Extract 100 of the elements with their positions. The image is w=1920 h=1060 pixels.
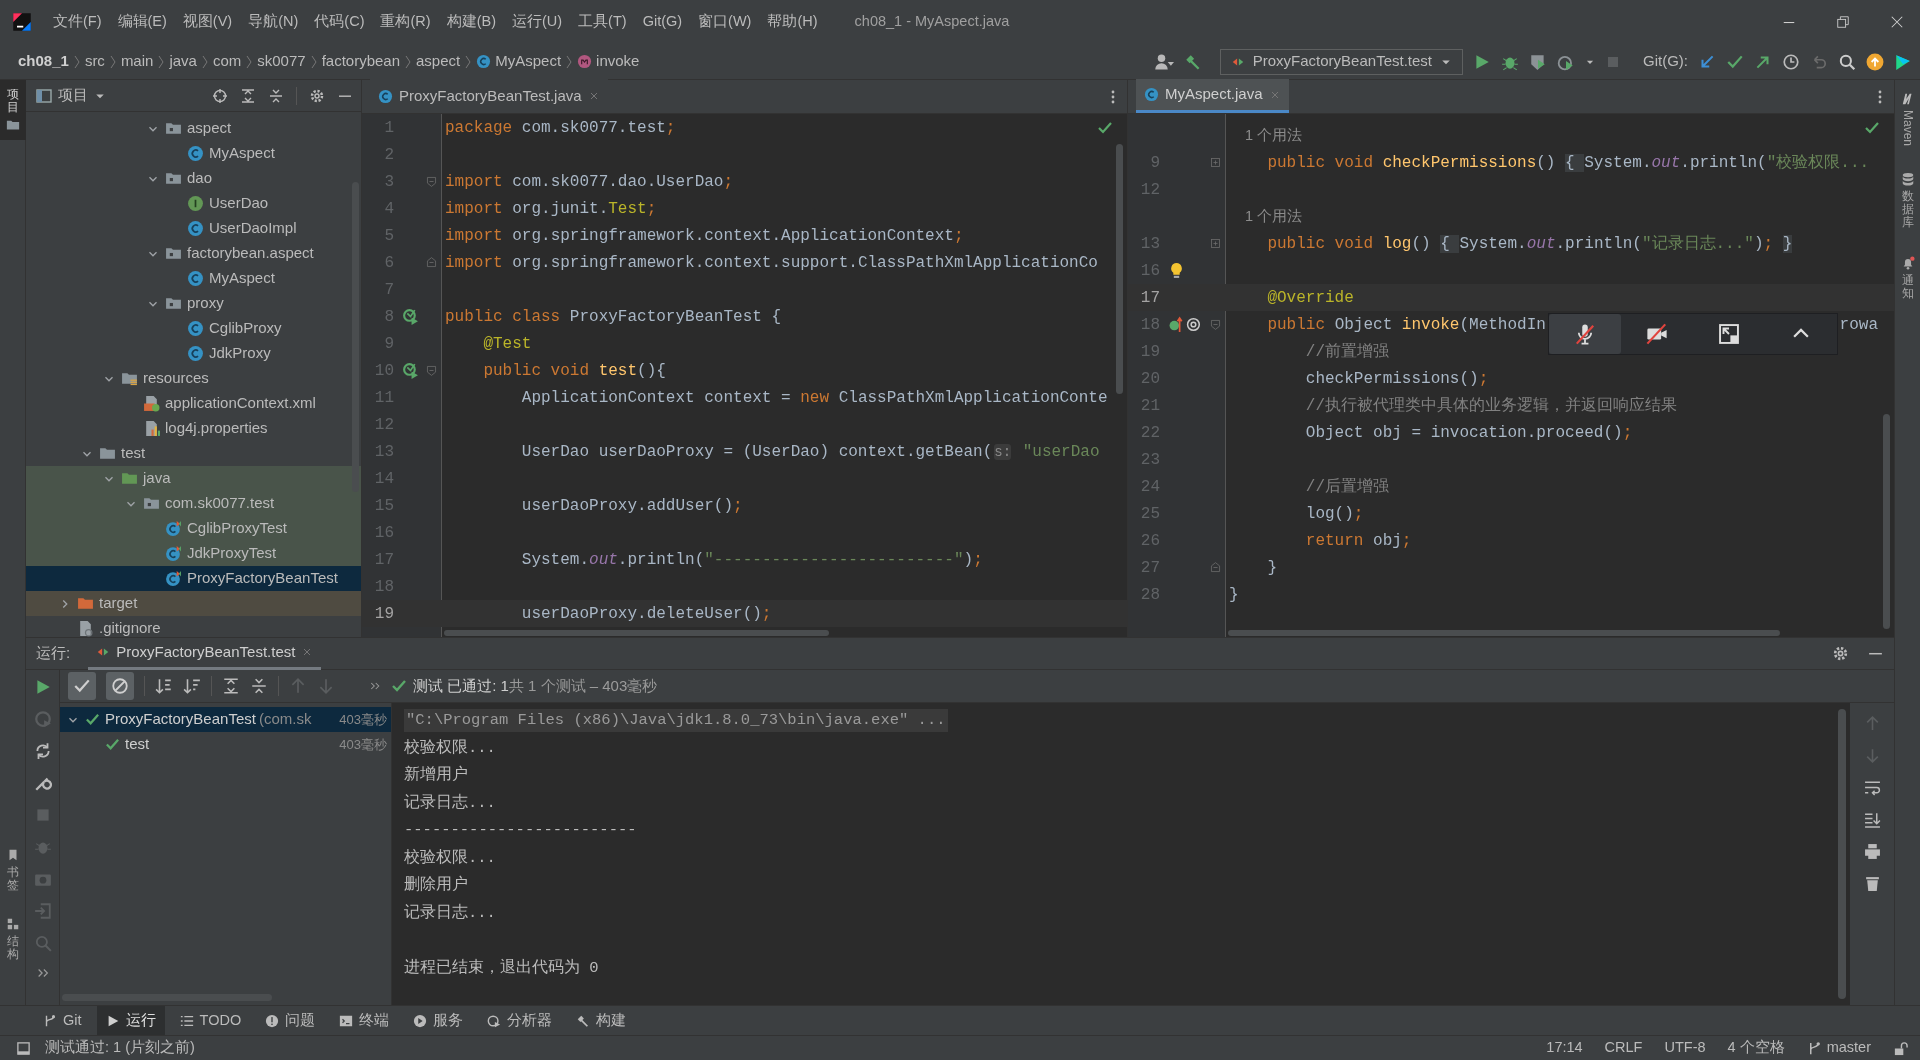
tree-item[interactable]: .gitignore <box>26 616 361 637</box>
tool-window-tab[interactable]: 问题 <box>256 1005 325 1036</box>
mute-microphone-button[interactable] <box>1549 314 1621 354</box>
scrollbar[interactable] <box>1883 414 1890 629</box>
more-chevrons-icon[interactable] <box>369 680 381 692</box>
menu-item[interactable]: 重构(R) <box>379 9 432 35</box>
tree-item[interactable]: log4j.properties <box>26 416 361 441</box>
git-branch-widget[interactable]: master <box>1806 1037 1871 1059</box>
breadcrumb-item[interactable]: sk0077 <box>253 50 310 73</box>
run-tab[interactable]: ProxyFactoryBeanTest.test <box>88 637 322 670</box>
settings-icon[interactable] <box>1832 645 1849 662</box>
scroll-to-end-icon[interactable] <box>1863 811 1881 828</box>
status-bar-item[interactable]: CRLF <box>1604 1037 1643 1059</box>
status-bar-item[interactable]: UTF-8 <box>1664 1037 1706 1059</box>
lightbulb-icon[interactable] <box>1168 262 1185 279</box>
tool-window-tab[interactable]: 服务 <box>404 1005 473 1036</box>
tree-item[interactable]: UserDaoImpl <box>26 216 361 241</box>
fold-start-icon[interactable] <box>424 175 438 188</box>
menu-item[interactable]: 导航(N) <box>247 9 300 35</box>
run-test-icon[interactable] <box>402 308 419 325</box>
soft-wrap-icon[interactable] <box>1863 779 1881 796</box>
scrollbar[interactable] <box>1228 630 1780 636</box>
sort-alphabetically-icon[interactable] <box>155 677 173 695</box>
menu-item[interactable]: 构建(B) <box>445 9 497 35</box>
menu-item[interactable]: Git(G) <box>641 9 684 35</box>
breadcrumb-item[interactable]: java <box>165 50 201 73</box>
breadcrumb-item[interactable]: aspect <box>412 50 465 73</box>
tree-item[interactable]: MyAspect <box>26 141 361 166</box>
trash-icon[interactable] <box>1863 875 1881 892</box>
tool-window-button[interactable]: 项目 <box>0 80 26 141</box>
plugin-logo-icon[interactable] <box>1894 52 1912 71</box>
lock-open-icon[interactable] <box>1893 1040 1908 1056</box>
tree-item[interactable]: target <box>26 591 361 616</box>
tree-item[interactable]: applicationContext.xml <box>26 391 361 416</box>
collapse-all-icon[interactable] <box>268 87 284 104</box>
menu-item[interactable]: 帮助(H) <box>766 9 819 35</box>
breadcrumb-item[interactable]: ch08_1 <box>14 50 73 73</box>
menu-item[interactable]: 运行(U) <box>510 9 564 35</box>
test-tree-item[interactable]: test 403毫秒 <box>60 732 391 757</box>
menu-item[interactable]: 视图(V) <box>181 9 234 35</box>
scrollbar[interactable] <box>1116 144 1123 394</box>
menu-item[interactable]: 工具(T) <box>577 9 628 35</box>
tree-item[interactable]: ProxyFactoryBeanTest <box>26 566 361 591</box>
breadcrumb-item[interactable]: src <box>80 50 109 73</box>
tool-window-button[interactable]: 结构 <box>0 908 26 969</box>
sort-by-duration-icon[interactable] <box>183 677 201 695</box>
tool-window-button[interactable]: Maven <box>1895 84 1920 155</box>
locate-target-icon[interactable] <box>212 87 228 104</box>
close-icon[interactable] <box>1890 15 1904 29</box>
scrollbar[interactable] <box>444 630 829 636</box>
tool-windows-toggle-icon[interactable] <box>16 1040 31 1056</box>
tree-item[interactable]: dao <box>26 166 361 191</box>
show-passed-button[interactable] <box>68 672 96 700</box>
tree-item[interactable]: JdkProxy <box>26 341 361 366</box>
collapse-all-icon[interactable] <box>250 677 268 695</box>
tree-item[interactable]: test <box>26 441 361 466</box>
search-icon[interactable] <box>1838 52 1856 71</box>
status-bar-item[interactable]: 4 个空格 <box>1727 1037 1785 1059</box>
restore-icon[interactable] <box>1836 15 1850 29</box>
breadcrumb-item[interactable]: MyAspect <box>472 50 566 73</box>
breadcrumb-item[interactable]: factorybean <box>317 50 405 73</box>
tree-item[interactable]: MyAspect <box>26 266 361 291</box>
run-test-icon[interactable] <box>402 362 419 379</box>
menu-item[interactable]: 编辑(E) <box>116 9 168 35</box>
tool-window-button[interactable]: 书签 <box>0 840 26 901</box>
tree-item[interactable]: UserDao <box>26 191 361 216</box>
tool-window-tab[interactable]: 构建 <box>567 1005 636 1036</box>
tree-item[interactable]: aspect <box>26 116 361 141</box>
breadcrumb-item[interactable]: invoke <box>573 50 644 73</box>
show-ignored-button[interactable] <box>106 672 134 700</box>
tree-item[interactable]: CglibProxy <box>26 316 361 341</box>
tool-window-button[interactable]: 数据库 <box>1895 164 1920 238</box>
coverage-icon[interactable] <box>1529 52 1547 71</box>
tree-item[interactable]: proxy <box>26 291 361 316</box>
menu-item[interactable]: 代码(C) <box>313 9 366 35</box>
expand-all-icon[interactable] <box>240 87 256 104</box>
status-bar-item[interactable]: 17:14 <box>1546 1037 1583 1059</box>
breadcrumb-item[interactable]: main <box>116 50 158 73</box>
breadcrumb-item[interactable]: com <box>208 50 246 73</box>
menu-item[interactable]: 文件(F) <box>52 9 103 35</box>
tool-window-button[interactable]: 通知 <box>1895 247 1920 308</box>
tool-window-tab[interactable]: Git <box>34 1005 91 1036</box>
fold-start-icon[interactable] <box>424 364 438 377</box>
tree-item[interactable]: CglibProxyTest <box>26 516 361 541</box>
tool-window-tab[interactable]: 终端 <box>330 1005 399 1036</box>
update-available-icon[interactable] <box>1866 52 1884 71</box>
tree-item[interactable]: factorybean.aspect <box>26 241 361 266</box>
tree-item[interactable]: JdkProxyTest <box>26 541 361 566</box>
tool-window-tab[interactable]: TODO <box>170 1005 251 1036</box>
print-icon[interactable] <box>1863 843 1881 860</box>
tool-window-tab[interactable]: 运行 <box>96 1005 165 1036</box>
scrollbar[interactable] <box>1838 709 1846 999</box>
test-tree-item[interactable]: ProxyFactoryBeanTest (com.sk 403毫秒 <box>60 707 391 732</box>
settings-icon[interactable] <box>309 87 325 104</box>
tree-item[interactable]: com.sk0077.test <box>26 491 361 516</box>
run-config-dropdown[interactable]: ProxyFactoryBeanTest.test <box>1219 48 1463 75</box>
expand-all-icon[interactable] <box>222 677 240 695</box>
menu-item[interactable]: 窗口(W) <box>697 9 753 35</box>
tree-item[interactable]: java <box>26 466 361 491</box>
tool-window-tab[interactable]: 分析器 <box>478 1005 562 1036</box>
